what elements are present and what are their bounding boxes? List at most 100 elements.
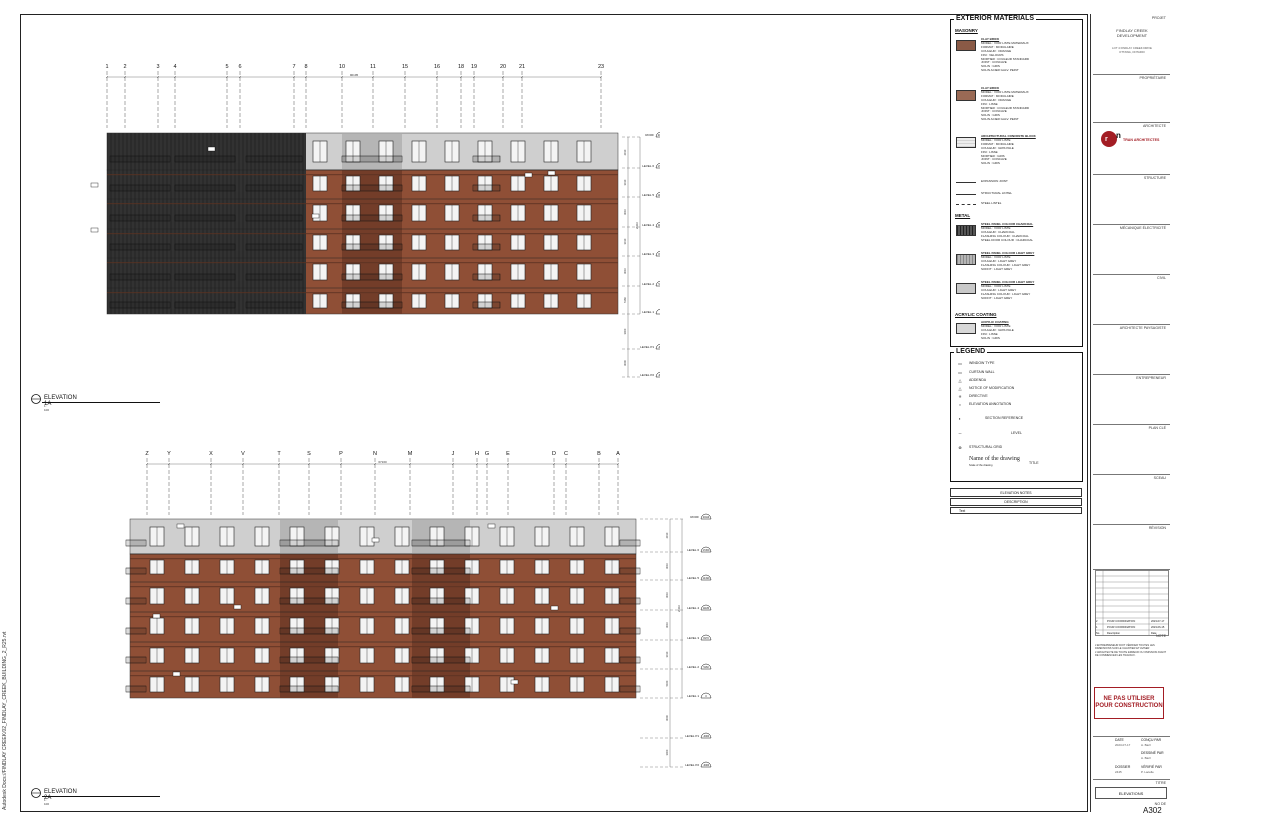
tb-section-label: ARCHITECTE [1143, 124, 1166, 128]
level-name: LEVEL 2 [642, 282, 654, 286]
legend-panel: LEGEND ▭ WINDOW TYPE ▭ CURTAIN WALL △ ADDENDA… [950, 348, 1083, 482]
brick-soldier-course [107, 174, 618, 176]
grid-bubble-label: B [597, 451, 601, 457]
tb-section-label: PLAN CLÉ [1148, 426, 1166, 430]
material-ac: ACRYLIC COATING MODEL : VOIR LISTE COULEU… [981, 320, 1089, 341]
level-name: LEVEL P1 [685, 734, 699, 738]
tb-section-label: PROPRIÉTAIRE [1139, 76, 1167, 80]
sheet-number: A302 [1143, 806, 1162, 815]
level-dimension-text: 2910 [623, 149, 627, 155]
brick-soldier-course [130, 616, 636, 618]
expansion-joint-line [956, 182, 976, 183]
elevation-tag-icon [31, 394, 41, 404]
projet-label: PROJET [1151, 16, 1166, 20]
grid-bubble-label: 16 [434, 64, 440, 70]
brick-soldier-course [130, 586, 636, 588]
grid-bubble-label: 11 [370, 64, 376, 70]
steel-lintel-line [956, 204, 976, 205]
elevation-1a-scale: 1 : 100 [44, 404, 50, 412]
level-name: LEVEL 6 [642, 164, 654, 168]
legend-symbol-icon: ○ [958, 401, 962, 407]
level-dimension-text: 2910 [665, 532, 669, 538]
tb-line [1093, 74, 1170, 75]
material-m3: STEEL PANEL COLOUR LIGHT GREY MODEL : VOI… [981, 280, 1089, 301]
level-elevation: 8170 [658, 253, 660, 256]
level-name: ROOF [690, 515, 699, 519]
material-spec: MODEL : VOIR LISTE MATERIAUX FORMAT : MO… [981, 89, 1030, 122]
level-elevation: 20110 [703, 516, 710, 519]
exterior-materials-title: EXTERIOR MATERIALS [954, 15, 1037, 22]
grid-bubble-label: 20 [500, 64, 506, 70]
level-name: LEVEL 4 [642, 223, 654, 227]
tb-section-label: RÉVISION [1148, 526, 1166, 530]
title-block-divider [1090, 14, 1091, 812]
material-spec: MODEL : VOIR LISTE COULEUR : GRIS PALE F… [981, 323, 1014, 340]
revision-cell: 2023-07-17 [1151, 619, 1165, 623]
line-legend-3: STEEL LINTEL [981, 201, 1002, 205]
legend-symbol-icon: ▭ [958, 369, 962, 375]
level-dimension-text: 5160 [623, 297, 627, 303]
level-dimension-text: 3010 [665, 622, 669, 628]
legend-title: LEGEND [954, 348, 988, 355]
title-underline [42, 402, 160, 403]
legend-row: STRUCTURAL GRID [969, 445, 1003, 449]
brick-soldier-course [130, 675, 636, 677]
architect-logo: r n [1101, 131, 1121, 147]
grid-bubble-label: N [373, 451, 377, 457]
legend-symbol-icon: △ [958, 385, 962, 391]
brick-soldier-course [107, 233, 618, 235]
grid-bubble-label: C [564, 451, 568, 457]
legend-row: DIRECTIVE [969, 394, 988, 398]
material-swatch-ac [956, 323, 976, 334]
structural-lintel-line [956, 194, 976, 195]
tb-line [1093, 174, 1170, 175]
level-dimension-text: 3000 [623, 328, 627, 334]
grid-bubble-label: 10 [339, 64, 345, 70]
legend-drawing-name: Name of the drawing [969, 456, 1020, 462]
upper-cladding [129, 518, 637, 555]
material-tag [371, 537, 380, 543]
line-legend-2: STRUCTURAL LINTEL [981, 191, 1013, 195]
material-b1: CLAY BRICK MODEL : VOIR LISTE MATERIAUX F… [981, 37, 1089, 73]
masonry-title: MASONRY [955, 28, 978, 33]
level-dimension-text: 3010 [623, 268, 627, 274]
metal-title: METAL [955, 213, 971, 218]
material-tag [207, 146, 216, 152]
tb-section-label: ENTREPRENEUR [1136, 376, 1166, 380]
grid-bubble-label: Z [145, 451, 149, 457]
date-label: DATE [1115, 738, 1124, 742]
tb-section-label: ARCHITECTE PAYSAGISTE [1119, 326, 1166, 330]
level-name: LEVEL P1 [640, 345, 654, 349]
level-elevation: 8170 [703, 637, 709, 640]
material-tag [152, 613, 161, 619]
dossier-label: DOSSIER [1115, 765, 1131, 769]
tb-line [1093, 779, 1170, 780]
grid-bubble-label: T [277, 451, 281, 457]
grid-bubble-label: A [616, 451, 620, 457]
brick-soldier-course [107, 292, 618, 294]
material-swatch-m2 [956, 254, 976, 265]
legend-symbol-icon: ✳ [958, 393, 962, 399]
note-text: L'ENTREPRENEUR DOIT VÉRIFIER TOUTES LES … [1095, 644, 1167, 657]
material-spec: MODEL : VOIR LISTE MATERIAUX FORMAT : MO… [981, 40, 1030, 73]
material-tag [176, 523, 185, 529]
legend-symbol-icon: △ [958, 377, 962, 383]
tb-line [1093, 474, 1170, 475]
elevation-notes-subheader: DESCRIPTION [950, 498, 1082, 506]
material-tag [311, 213, 320, 219]
grid-bubble-label: 19 [471, 64, 477, 70]
line-legend-1: EXPANSION JOINT [981, 179, 1008, 183]
elevation-notes-header: ELEVATION NOTES [950, 488, 1082, 497]
concu-label: CONÇU PAR [1141, 738, 1162, 742]
material-m1: STEEL PANEL COLOUR CHARCOAL MODEL : VOIR … [981, 222, 1089, 243]
grid-bubble-label: 8 [304, 64, 307, 70]
tb-line [1093, 224, 1170, 225]
file-path: Autodesk Docs://FINDLAY CREEK/02_FINDLAY… [2, 631, 8, 810]
grid-bubble-label: D [552, 451, 556, 457]
brick-soldier-course [107, 262, 618, 264]
acrylic-title: ACRYLIC COATING [955, 312, 997, 317]
level-name: LEVEL P2 [640, 373, 654, 377]
level-elevation: -6000 [658, 374, 660, 377]
revision-cell: Description [1107, 631, 1120, 635]
grid-bubble-label: 2 [123, 64, 126, 70]
